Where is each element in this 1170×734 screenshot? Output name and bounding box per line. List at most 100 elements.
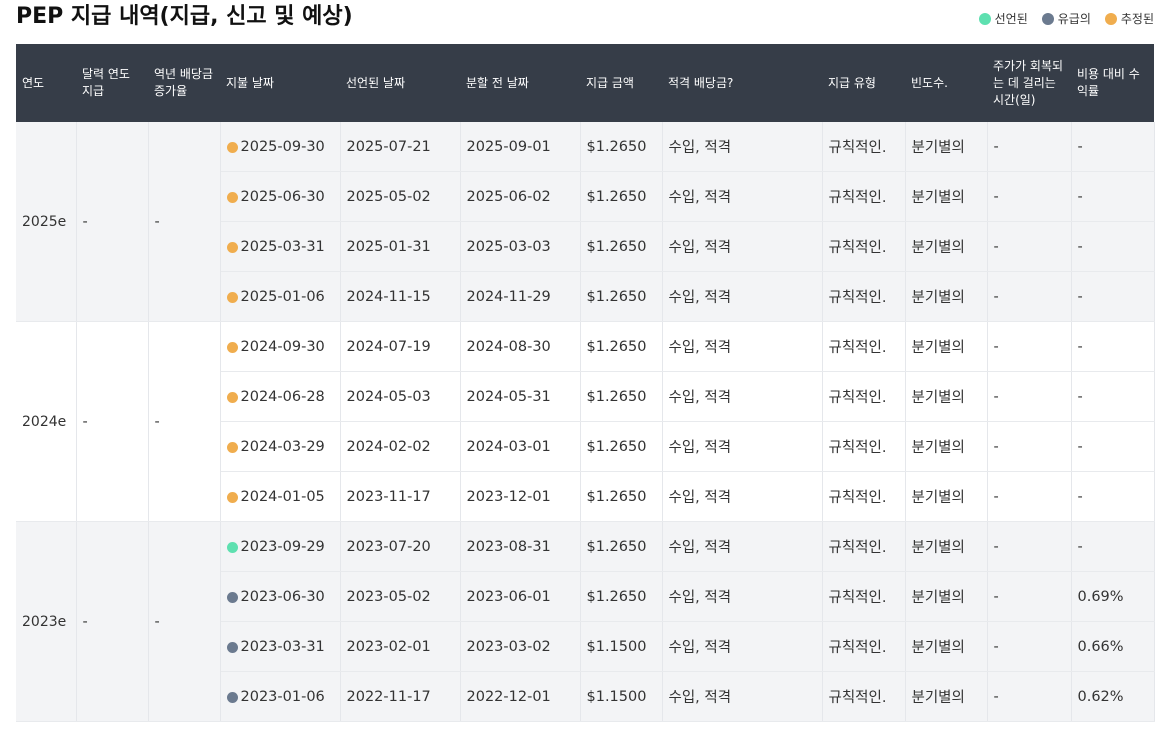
- amount-cell: $1.2650: [580, 221, 663, 272]
- table-body: 2025e - -2025-09-30 2025-07-21 2025-09-01 $1.…: [16, 122, 1155, 722]
- qualified-cell: 수입, 적격: [662, 421, 823, 472]
- ex-date-cell: 2025-06-02: [460, 171, 581, 222]
- amount-cell: $1.2650: [580, 571, 663, 622]
- column-header: 분할 전 날짜: [460, 44, 580, 122]
- pay-date-cell: 2023-09-29: [220, 521, 341, 572]
- recovery-cell: -: [987, 321, 1072, 372]
- declared-date-cell: 2024-07-19: [340, 321, 461, 372]
- yield-cell: -: [1071, 171, 1155, 222]
- type-cell: 규칙적인.: [822, 371, 906, 422]
- type-cell: 규칙적인.: [822, 122, 906, 172]
- pay-date-cell: 2024-01-05: [220, 471, 341, 522]
- pay-date-cell: 2024-06-28: [220, 371, 341, 422]
- pay-date: 2025-09-30: [240, 138, 325, 155]
- table-row: 2023e - -2023-09-29 2023-07-20 2023-08-31 $1.…: [16, 521, 1155, 722]
- amount-cell: $1.1500: [580, 671, 663, 722]
- qualified-cell: 수입, 적격: [662, 671, 823, 722]
- column-header: 지불 날짜: [220, 44, 340, 122]
- legend-label: 추정된: [1120, 12, 1154, 26]
- status-dot-icon: [226, 542, 238, 553]
- column-header: 비용 대비 수익률: [1071, 44, 1154, 122]
- amount-cell: $1.2650: [580, 421, 663, 472]
- type-cell: 규칙적인.: [822, 621, 906, 672]
- table-header: 연도 달력 연도 지급 역년 배당금 증가율 지불 날짜 선언된 날짜 분할 전 날짜 지급…: [16, 44, 1154, 122]
- qualified-cell: 수입, 적격: [662, 621, 823, 672]
- type-cell: 규칙적인.: [822, 171, 906, 222]
- legend-item: 유급의: [1041, 10, 1091, 27]
- annual-payout-cell: -: [76, 122, 149, 322]
- amount-cell: $1.2650: [580, 321, 663, 372]
- qualified-cell: 수입, 적격: [662, 271, 823, 322]
- yield-cell: -: [1071, 122, 1155, 172]
- type-cell: 규칙적인.: [822, 521, 906, 572]
- yield-cell: 0.66%: [1071, 621, 1155, 672]
- recovery-cell: -: [987, 621, 1072, 672]
- recovery-cell: -: [987, 271, 1072, 322]
- frequency-cell: 분기별의: [905, 421, 988, 472]
- status-dot-icon: [978, 12, 991, 25]
- column-header: 빈도수.: [905, 44, 987, 122]
- declared-date-cell: 2023-07-20: [340, 521, 461, 572]
- yield-cell: -: [1071, 521, 1155, 572]
- growth-cell: -: [148, 321, 221, 522]
- type-cell: 규칙적인.: [822, 271, 906, 322]
- recovery-cell: -: [987, 521, 1072, 572]
- declared-date-cell: 2024-02-02: [340, 421, 461, 472]
- pay-date: 2024-01-05: [240, 488, 325, 505]
- status-dot-icon: [1041, 12, 1054, 25]
- pay-date: 2024-03-29: [240, 438, 325, 455]
- amount-cell: $1.2650: [580, 122, 663, 172]
- pay-date: 2023-03-31: [240, 638, 325, 655]
- amount-cell: $1.1500: [580, 621, 663, 672]
- page-header: PEP 지급 내역(지급, 신고 및 예상) 선언된 유급의 추정된: [16, 0, 1154, 40]
- pay-date-cell: 2024-03-29: [220, 421, 341, 472]
- pay-date-cell: 2023-01-06: [220, 671, 341, 722]
- column-header: 연도: [16, 44, 76, 122]
- declared-date-cell: 2024-05-03: [340, 371, 461, 422]
- frequency-cell: 분기별의: [905, 171, 988, 222]
- recovery-cell: -: [987, 571, 1072, 622]
- year-cell: 2025e: [16, 122, 77, 322]
- header-row: 연도 달력 연도 지급 역년 배당금 증가율 지불 날짜 선언된 날짜 분할 전 날짜 지급…: [16, 44, 1154, 122]
- legend: 선언된 유급의 추정된: [978, 10, 1154, 27]
- status-dot-icon: [226, 242, 238, 253]
- page-title: PEP 지급 내역(지급, 신고 및 예상): [16, 4, 353, 29]
- legend-label: 선언된: [994, 12, 1028, 26]
- declared-date-cell: 2025-05-02: [340, 171, 461, 222]
- qualified-cell: 수입, 적격: [662, 171, 823, 222]
- pay-date-cell: 2025-01-06: [220, 271, 341, 322]
- declared-date-cell: 2023-05-02: [340, 571, 461, 622]
- type-cell: 규칙적인.: [822, 471, 906, 522]
- status-dot-icon: [226, 342, 238, 353]
- pay-date: 2025-01-06: [240, 288, 325, 305]
- yield-cell: -: [1071, 221, 1155, 272]
- yield-cell: -: [1071, 471, 1155, 522]
- column-header: 선언된 날짜: [340, 44, 460, 122]
- year-cell: 2024e: [16, 321, 77, 522]
- recovery-cell: -: [987, 122, 1072, 172]
- frequency-cell: 분기별의: [905, 321, 988, 372]
- amount-cell: $1.2650: [580, 171, 663, 222]
- yield-cell: -: [1071, 371, 1155, 422]
- status-dot-icon: [1104, 12, 1117, 25]
- ex-date-cell: 2023-06-01: [460, 571, 581, 622]
- pay-date: 2024-06-28: [240, 388, 325, 405]
- pay-date-cell: 2025-03-31: [220, 221, 341, 272]
- status-dot-icon: [226, 692, 238, 703]
- pay-date: 2025-03-31: [240, 238, 325, 255]
- frequency-cell: 분기별의: [905, 671, 988, 722]
- amount-cell: $1.2650: [580, 271, 663, 322]
- yield-cell: 0.69%: [1071, 571, 1155, 622]
- recovery-cell: -: [987, 171, 1072, 222]
- pay-date-cell: 2025-09-30: [220, 122, 341, 172]
- type-cell: 규칙적인.: [822, 221, 906, 272]
- column-header: 달력 연도 지급: [76, 44, 148, 122]
- status-dot-icon: [226, 642, 238, 653]
- pay-date: 2023-01-06: [240, 688, 325, 705]
- frequency-cell: 분기별의: [905, 571, 988, 622]
- pay-date-cell: 2024-09-30: [220, 321, 341, 372]
- frequency-cell: 분기별의: [905, 471, 988, 522]
- declared-date-cell: 2023-11-17: [340, 471, 461, 522]
- ex-date-cell: 2024-05-31: [460, 371, 581, 422]
- recovery-cell: -: [987, 471, 1072, 522]
